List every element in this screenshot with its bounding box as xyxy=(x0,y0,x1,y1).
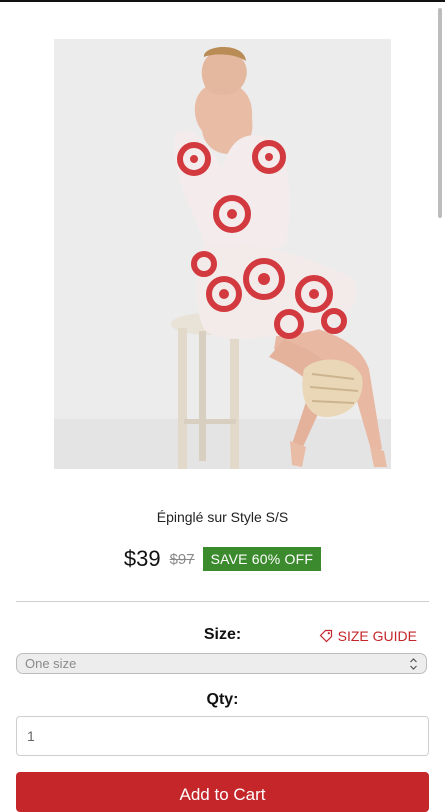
product-photo xyxy=(54,39,391,469)
size-select[interactable]: One size xyxy=(16,653,427,674)
qty-input[interactable]: 1 xyxy=(16,716,429,756)
size-guide-label: SIZE GUIDE xyxy=(337,628,417,644)
original-price: $97 xyxy=(169,550,195,568)
top-border xyxy=(0,0,445,2)
size-select-value: One size xyxy=(25,656,77,671)
add-to-cart-button[interactable]: Add to Cart xyxy=(16,772,429,812)
size-guide-link[interactable]: SIZE GUIDE xyxy=(319,628,417,644)
product-image[interactable] xyxy=(54,39,391,469)
tag-icon xyxy=(319,629,332,643)
product-title: Épinglé sur Style S/S xyxy=(156,509,289,525)
current-price: $39 xyxy=(123,546,161,571)
qty-label: Qty: xyxy=(206,691,239,708)
price-row: $39 $97 SAVE 60% OFF xyxy=(0,546,445,572)
divider xyxy=(16,601,429,602)
discount-badge: SAVE 60% OFF xyxy=(202,547,322,571)
scrollbar-thumb[interactable] xyxy=(438,8,442,218)
chevron-updown-icon xyxy=(410,658,417,670)
